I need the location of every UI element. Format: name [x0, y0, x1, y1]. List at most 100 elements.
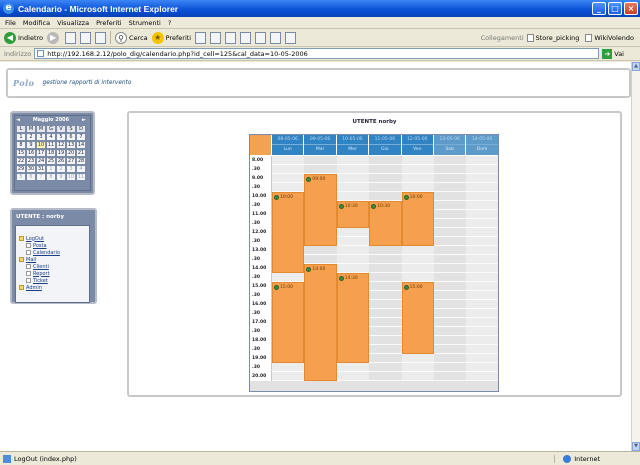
calendar-day[interactable]: 24 [36, 157, 46, 165]
day-column-header[interactable]: 09-05-06 Mar [304, 135, 337, 156]
address-input[interactable]: http://192.168.2.12/polo_dig/calendario.… [34, 48, 600, 59]
time-slot[interactable] [272, 363, 305, 372]
calendar-day[interactable]: 20 [66, 149, 76, 157]
time-slot[interactable] [369, 246, 402, 255]
time-slot[interactable] [336, 264, 370, 273]
calendar-day[interactable]: 8 [16, 141, 26, 149]
go-button[interactable]: ➜ Vai [602, 48, 624, 59]
time-slot[interactable] [369, 309, 402, 318]
research-icon[interactable] [285, 31, 297, 44]
time-slot[interactable] [466, 300, 498, 309]
time-slot[interactable] [336, 174, 370, 183]
prev-month-icon[interactable]: ◄ [15, 117, 21, 123]
day-column-header[interactable]: 12-05-06 Ven [401, 135, 434, 156]
calendar-day[interactable]: 11 [76, 173, 86, 181]
appointment-block[interactable]: 14:30 [336, 273, 370, 363]
time-slot[interactable] [336, 165, 370, 174]
time-slot[interactable] [434, 354, 467, 363]
time-slot[interactable] [434, 228, 467, 237]
maximize-button[interactable]: □ [608, 2, 622, 15]
day-column-header[interactable]: 08-05-06 Lun [272, 135, 305, 156]
calendar-day[interactable]: 26 [56, 157, 66, 165]
time-slot[interactable] [434, 363, 467, 372]
home-icon[interactable] [95, 31, 107, 44]
minimize-button[interactable]: _ [592, 2, 606, 15]
time-slot[interactable] [434, 336, 467, 345]
calendar-day[interactable]: 3 [66, 165, 76, 173]
time-slot[interactable] [401, 264, 434, 273]
menu-strumenti[interactable]: Strumenti [129, 19, 161, 27]
calendar-day[interactable]: 7 [76, 133, 86, 141]
time-slot[interactable] [466, 246, 498, 255]
stop-icon[interactable] [65, 31, 77, 44]
messenger-icon[interactable] [270, 31, 282, 44]
calendar-day[interactable]: 30 [26, 165, 36, 173]
time-slot[interactable] [401, 165, 434, 174]
time-slot[interactable] [304, 165, 337, 174]
tree-item-report[interactable]: Report [16, 270, 89, 277]
appointment-block[interactable]: 15:00 [272, 282, 305, 363]
time-slot[interactable] [401, 273, 434, 282]
mail-icon[interactable] [210, 31, 222, 44]
calendar-day[interactable]: 1 [16, 133, 26, 141]
time-slot[interactable] [466, 318, 498, 327]
time-slot[interactable] [434, 291, 467, 300]
time-slot[interactable] [336, 228, 370, 237]
calendar-day[interactable]: 7 [36, 173, 46, 181]
time-slot[interactable] [272, 273, 305, 282]
time-slot[interactable] [336, 255, 370, 264]
time-slot[interactable] [369, 255, 402, 264]
calendar-day[interactable]: 4 [76, 165, 86, 173]
time-slot[interactable] [466, 192, 498, 201]
close-button[interactable]: × [624, 2, 638, 15]
time-slot[interactable] [466, 309, 498, 318]
tree-item-clienti[interactable]: Clienti [16, 263, 89, 270]
link-store-picking[interactable]: Store_picking [526, 33, 579, 42]
menu-help[interactable]: ? [168, 19, 171, 27]
appointment-block[interactable]: 10:00 [272, 192, 305, 273]
time-slot[interactable] [466, 201, 498, 210]
time-slot[interactable] [272, 174, 305, 183]
tree-item-ticket[interactable]: Ticket [16, 277, 89, 284]
menu-file[interactable]: File [5, 19, 16, 27]
time-slot[interactable] [434, 327, 467, 336]
time-slot[interactable] [401, 174, 434, 183]
time-slot[interactable] [369, 363, 402, 372]
scroll-up-icon[interactable]: ▲ [632, 62, 640, 71]
time-slot[interactable] [434, 372, 467, 381]
time-slot[interactable] [434, 345, 467, 354]
search-button[interactable]: ⚲ Cerca [115, 31, 148, 44]
time-slot[interactable] [401, 183, 434, 192]
time-slot[interactable] [466, 345, 498, 354]
time-slot[interactable] [466, 264, 498, 273]
appointment-block[interactable]: 10:30 [336, 201, 370, 228]
back-button[interactable]: ◀ Indietro [4, 31, 43, 44]
time-slot[interactable] [336, 192, 370, 201]
calendar-day[interactable]: 2 [56, 165, 66, 173]
appointment-block[interactable]: 10:30 [369, 201, 402, 246]
time-slot[interactable] [369, 336, 402, 345]
calendar-day[interactable]: 27 [66, 157, 76, 165]
calendar-day[interactable]: 10 [66, 173, 76, 181]
time-slot[interactable] [401, 156, 434, 165]
time-slot[interactable] [466, 237, 498, 246]
appointment-block[interactable]: 15:00 [401, 282, 434, 354]
time-slot[interactable] [369, 300, 402, 309]
time-slot[interactable] [336, 372, 370, 381]
time-slot[interactable] [272, 156, 305, 165]
next-month-icon[interactable]: ► [81, 117, 87, 123]
time-slot[interactable] [369, 345, 402, 354]
time-slot[interactable] [336, 246, 370, 255]
time-slot[interactable] [434, 210, 467, 219]
calendar-day[interactable]: 28 [76, 157, 86, 165]
time-slot[interactable] [369, 183, 402, 192]
time-slot[interactable] [401, 354, 434, 363]
time-slot[interactable] [434, 201, 467, 210]
time-slot[interactable] [369, 318, 402, 327]
time-slot[interactable] [466, 327, 498, 336]
calendar-day[interactable]: 25 [46, 157, 56, 165]
time-slot[interactable] [434, 237, 467, 246]
calendar-day[interactable]: 11 [46, 141, 56, 149]
time-slot[interactable] [304, 246, 337, 255]
time-slot[interactable] [434, 246, 467, 255]
